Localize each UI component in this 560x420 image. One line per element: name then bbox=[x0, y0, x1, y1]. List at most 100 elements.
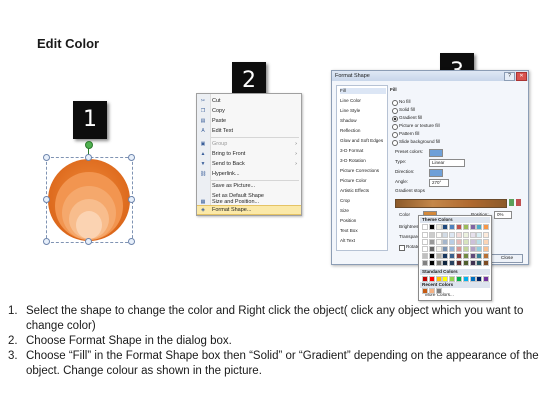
category-glow[interactable]: Glow and Soft Edges bbox=[340, 138, 386, 144]
standard-color-swatch[interactable] bbox=[442, 276, 449, 282]
theme-color-swatch[interactable] bbox=[435, 260, 442, 266]
theme-color-swatch[interactable] bbox=[435, 246, 442, 252]
recent-color-swatch[interactable] bbox=[428, 288, 435, 294]
resize-handle-r[interactable] bbox=[128, 196, 135, 203]
menu-item-save-picture[interactable]: Save as Picture... bbox=[197, 181, 301, 191]
category-line-style[interactable]: Line Style bbox=[340, 108, 386, 114]
standard-color-swatch[interactable] bbox=[422, 276, 428, 282]
theme-color-swatch[interactable] bbox=[449, 253, 456, 259]
rotation-handle[interactable] bbox=[85, 141, 93, 149]
theme-color-swatch[interactable] bbox=[469, 239, 476, 245]
standard-color-swatch[interactable] bbox=[476, 276, 483, 282]
theme-color-swatch[interactable] bbox=[462, 239, 469, 245]
theme-color-swatch[interactable] bbox=[483, 260, 490, 266]
category-size[interactable]: Size bbox=[340, 208, 386, 214]
menu-item-group[interactable]: ▣ Group › bbox=[197, 139, 301, 149]
theme-color-swatch[interactable] bbox=[483, 224, 490, 230]
menu-item-cut[interactable]: ✂ Cut bbox=[197, 96, 301, 106]
radio-gradient-fill[interactable] bbox=[392, 116, 398, 122]
theme-color-swatch[interactable] bbox=[469, 260, 476, 266]
category-position[interactable]: Position bbox=[340, 218, 386, 224]
theme-color-swatch[interactable] bbox=[476, 224, 483, 230]
menu-item-hyperlink[interactable]: ⛓ Hyperlink... bbox=[197, 169, 301, 179]
category-3d-format[interactable]: 3-D Format bbox=[340, 148, 386, 154]
category-shadow[interactable]: Shadow bbox=[340, 118, 386, 124]
standard-color-swatch[interactable] bbox=[456, 276, 462, 282]
standard-color-swatch[interactable] bbox=[449, 276, 456, 282]
theme-color-swatch[interactable] bbox=[442, 232, 449, 238]
resize-handle-tr[interactable] bbox=[128, 154, 135, 161]
theme-color-swatch[interactable] bbox=[456, 232, 462, 238]
menu-item-bring-front[interactable]: ▲ Bring to Front › bbox=[197, 149, 301, 159]
category-artistic-effects[interactable]: Artistic Effects bbox=[340, 188, 386, 194]
resize-handle-bl[interactable] bbox=[43, 238, 50, 245]
theme-color-swatch[interactable] bbox=[456, 260, 462, 266]
theme-color-swatch[interactable] bbox=[422, 253, 428, 259]
category-picture-corrections[interactable]: Picture Corrections bbox=[340, 168, 386, 174]
theme-color-swatch[interactable] bbox=[435, 239, 442, 245]
theme-color-swatch[interactable] bbox=[428, 224, 435, 230]
theme-color-swatch[interactable] bbox=[476, 253, 483, 259]
theme-color-swatch[interactable] bbox=[428, 246, 435, 252]
category-fill[interactable]: Fill bbox=[340, 88, 386, 94]
recent-color-swatch[interactable] bbox=[435, 288, 442, 294]
close-button[interactable]: Close bbox=[491, 254, 523, 263]
theme-color-swatch[interactable] bbox=[462, 253, 469, 259]
theme-color-swatch[interactable] bbox=[462, 232, 469, 238]
radio-slide-background-fill[interactable] bbox=[392, 140, 398, 146]
theme-color-swatch[interactable] bbox=[456, 239, 462, 245]
theme-color-swatch[interactable] bbox=[449, 260, 456, 266]
theme-color-swatch[interactable] bbox=[435, 253, 442, 259]
category-line-color[interactable]: Line Color bbox=[340, 98, 386, 104]
category-alt-text[interactable]: Alt Text bbox=[340, 238, 386, 244]
theme-color-swatch[interactable] bbox=[469, 246, 476, 252]
theme-color-swatch[interactable] bbox=[449, 239, 456, 245]
standard-color-swatch[interactable] bbox=[435, 276, 442, 282]
theme-color-swatch[interactable] bbox=[483, 253, 490, 259]
category-text-box[interactable]: Text Box bbox=[340, 228, 386, 234]
theme-color-swatch[interactable] bbox=[469, 253, 476, 259]
theme-color-swatch[interactable] bbox=[422, 232, 428, 238]
close-icon[interactable]: ✕ bbox=[516, 72, 527, 81]
direction-dropdown[interactable] bbox=[429, 169, 443, 177]
rotate-checkbox[interactable] bbox=[399, 245, 405, 251]
radio-no-fill[interactable] bbox=[392, 100, 398, 106]
theme-color-swatch[interactable] bbox=[428, 239, 435, 245]
theme-color-swatch[interactable] bbox=[422, 260, 428, 266]
theme-color-swatch[interactable] bbox=[449, 246, 456, 252]
category-reflection[interactable]: Reflection bbox=[340, 128, 386, 134]
position-input[interactable]: 0% bbox=[494, 211, 512, 219]
theme-color-swatch[interactable] bbox=[476, 232, 483, 238]
menu-item-copy[interactable]: ❐ Copy bbox=[197, 106, 301, 116]
theme-color-swatch[interactable] bbox=[456, 253, 462, 259]
gradient-stops-bar[interactable] bbox=[395, 199, 507, 208]
theme-color-swatch[interactable] bbox=[422, 239, 428, 245]
theme-color-swatch[interactable] bbox=[483, 232, 490, 238]
theme-color-swatch[interactable] bbox=[422, 246, 428, 252]
resize-handle-l[interactable] bbox=[43, 196, 50, 203]
theme-color-swatch[interactable] bbox=[422, 224, 428, 230]
category-3d-rotation[interactable]: 3-D Rotation bbox=[340, 158, 386, 164]
theme-color-swatch[interactable] bbox=[442, 239, 449, 245]
theme-color-swatch[interactable] bbox=[476, 239, 483, 245]
theme-color-swatch[interactable] bbox=[442, 246, 449, 252]
theme-color-swatch[interactable] bbox=[442, 253, 449, 259]
theme-color-swatch[interactable] bbox=[462, 260, 469, 266]
standard-color-swatch[interactable] bbox=[428, 276, 435, 282]
theme-color-swatch[interactable] bbox=[476, 246, 483, 252]
theme-color-swatch[interactable] bbox=[462, 224, 469, 230]
theme-color-swatch[interactable] bbox=[462, 246, 469, 252]
resize-handle-br[interactable] bbox=[128, 238, 135, 245]
standard-color-swatch[interactable] bbox=[469, 276, 476, 282]
resize-handle-tl[interactable] bbox=[43, 154, 50, 161]
theme-color-swatch[interactable] bbox=[442, 224, 449, 230]
recent-color-swatch[interactable] bbox=[422, 288, 428, 294]
standard-color-swatch[interactable] bbox=[462, 276, 469, 282]
help-icon[interactable]: ? bbox=[504, 72, 515, 81]
theme-color-swatch[interactable] bbox=[449, 224, 456, 230]
radio-picture-fill[interactable] bbox=[392, 124, 398, 130]
theme-color-swatch[interactable] bbox=[428, 260, 435, 266]
theme-color-swatch[interactable] bbox=[483, 246, 490, 252]
add-stop-icon[interactable] bbox=[509, 199, 514, 206]
menu-item-paste[interactable]: ▤ Paste bbox=[197, 116, 301, 126]
